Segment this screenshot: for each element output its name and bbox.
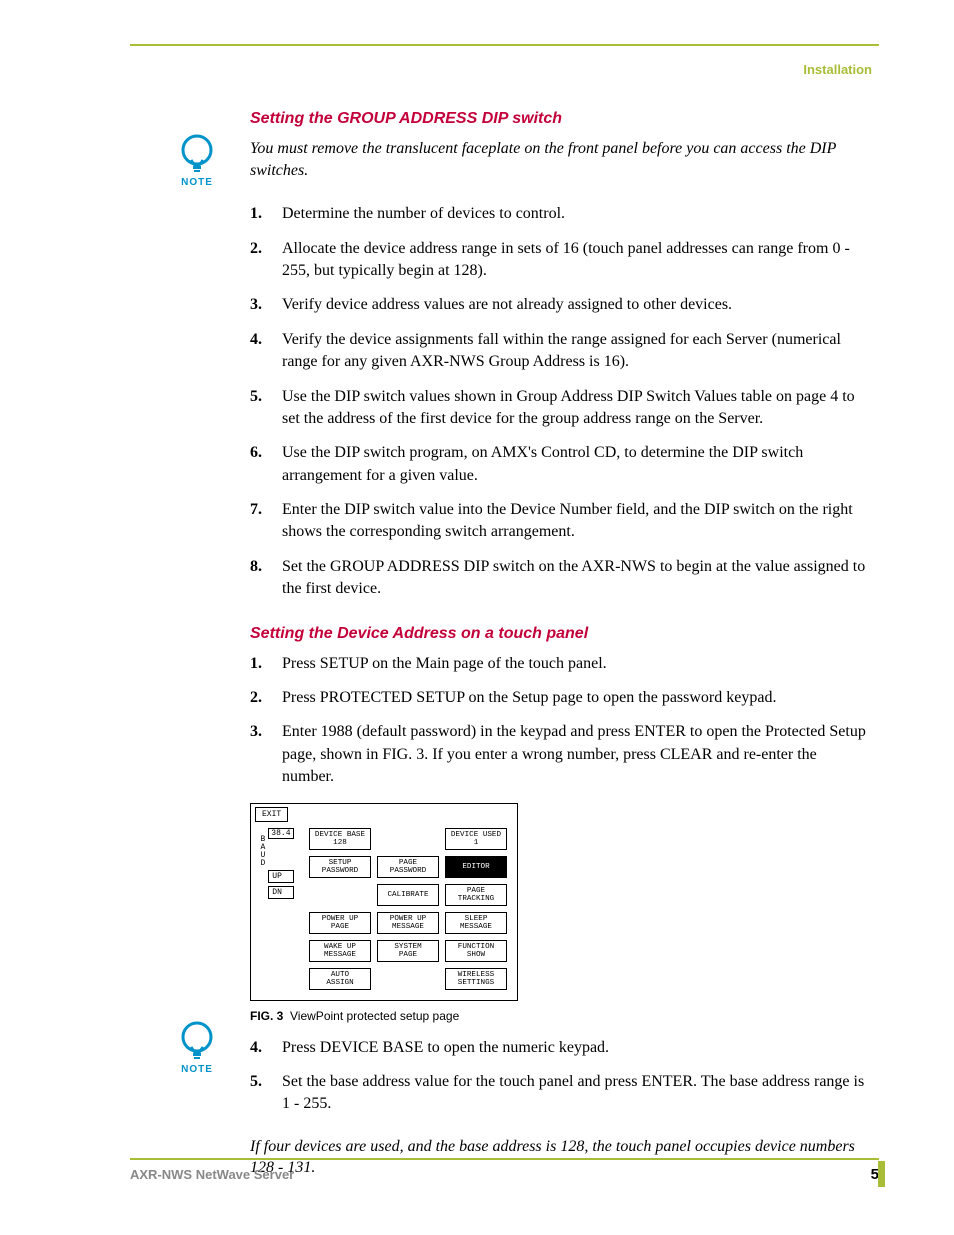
- step-item: Press DEVICE BASE to open the numeric ke…: [278, 1037, 872, 1059]
- device-used-button[interactable]: DEVICE USED1: [445, 828, 507, 850]
- sleep-message-button[interactable]: SLEEPMESSAGE: [445, 912, 507, 934]
- step-item: Use the DIP switch program, on AMX's Con…: [278, 442, 872, 487]
- footer-notch: [878, 1161, 885, 1187]
- page-footer: AXR-NWS NetWave Server 5: [130, 1158, 879, 1183]
- page-password-button[interactable]: PAGEPASSWORD: [377, 856, 439, 878]
- step-item: Enter the DIP switch value into the Devi…: [278, 499, 872, 544]
- step-item: Enter 1988 (default password) in the key…: [278, 721, 872, 788]
- footer-rule: [130, 1158, 879, 1160]
- empty-cell: [309, 884, 371, 906]
- section-heading-1: Setting the GROUP ADDRESS DIP switch: [250, 110, 872, 128]
- editor-button[interactable]: EDITOR: [445, 856, 507, 878]
- function-show-button[interactable]: FUNCTIONSHOW: [445, 940, 507, 962]
- step-item: Set the base address value for the touch…: [278, 1071, 872, 1116]
- step-item: Use the DIP switch values shown in Group…: [278, 386, 872, 431]
- device-base-button[interactable]: DEVICE BASE128: [309, 828, 371, 850]
- panel-exit-button[interactable]: EXIT: [255, 807, 288, 822]
- panel-button-grid: DEVICE BASE128 DEVICE USED1 SETUPPASSWOR…: [309, 828, 507, 990]
- step-item: Press SETUP on the Main page of the touc…: [278, 653, 872, 675]
- figure-3-panel: EXIT B A U D 38.4 UP DN: [250, 803, 518, 1001]
- footer-product-name: AXR-NWS NetWave Server: [130, 1167, 294, 1182]
- auto-assign-button[interactable]: AUTOASSIGN: [309, 968, 371, 990]
- steps-list-2b: Press DEVICE BASE to open the numeric ke…: [250, 1037, 872, 1116]
- baud-value: 38.4: [268, 828, 293, 839]
- step-item: Determine the number of devices to contr…: [278, 203, 872, 225]
- section-heading-2: Setting the Device Address on a touch pa…: [250, 625, 872, 643]
- baud-down-button[interactable]: DN: [268, 886, 293, 899]
- page-tracking-button[interactable]: PAGETRACKING: [445, 884, 507, 906]
- step-item: Set the GROUP ADDRESS DIP switch on the …: [278, 556, 872, 601]
- setup-password-button[interactable]: SETUPPASSWORD: [309, 856, 371, 878]
- calibrate-button[interactable]: CALIBRATE: [377, 884, 439, 906]
- system-page-button[interactable]: SYSTEMPAGE: [377, 940, 439, 962]
- wireless-settings-button[interactable]: WIRELESSSETTINGS: [445, 968, 507, 990]
- lightbulb-icon: [176, 133, 218, 175]
- steps-list-1: Determine the number of devices to contr…: [250, 203, 872, 600]
- note-icon: NOTE: [170, 133, 224, 188]
- note-icon: NOTE: [170, 1020, 224, 1075]
- note-label: NOTE: [170, 1064, 224, 1075]
- baud-up-button[interactable]: UP: [268, 870, 293, 883]
- step-item: Verify device address values are not alr…: [278, 294, 872, 316]
- step-item: Allocate the device address range in set…: [278, 238, 872, 283]
- power-up-message-button[interactable]: POWER UPMESSAGE: [377, 912, 439, 934]
- lightbulb-icon: [176, 1020, 218, 1062]
- page-content: Setting the GROUP ADDRESS DIP switch You…: [250, 110, 872, 1201]
- header-section: Installation: [803, 62, 872, 77]
- baud-label: B A U D: [260, 836, 265, 868]
- wake-up-message-button[interactable]: WAKE UPMESSAGE: [309, 940, 371, 962]
- note-label: NOTE: [170, 177, 224, 188]
- figure-3-caption: FIG. 3 ViewPoint protected setup page: [250, 1009, 872, 1023]
- power-up-page-button[interactable]: POWER UPPAGE: [309, 912, 371, 934]
- panel-baud-column: B A U D 38.4 UP DN: [255, 828, 299, 990]
- note-text-1: You must remove the translucent faceplat…: [250, 138, 872, 181]
- header-rule: [130, 44, 879, 46]
- empty-cell: [377, 828, 439, 850]
- empty-cell: [377, 968, 439, 990]
- steps-list-2a: Press SETUP on the Main page of the touc…: [250, 653, 872, 789]
- step-item: Verify the device assignments fall withi…: [278, 329, 872, 374]
- step-item: Press PROTECTED SETUP on the Setup page …: [278, 687, 872, 709]
